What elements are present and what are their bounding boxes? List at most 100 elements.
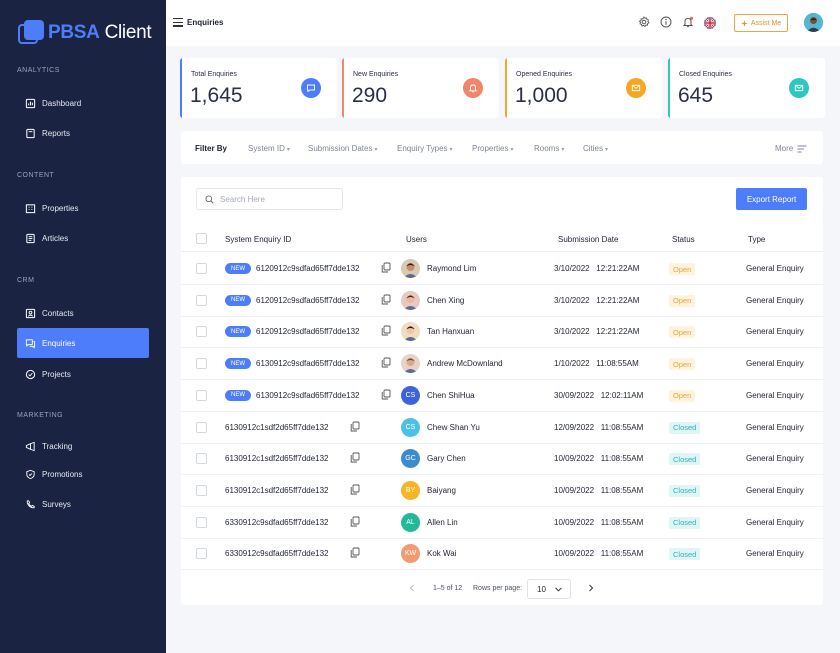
table-row[interactable]: NEW 6120912c9sdfad65ff7dde132 Raymond Lim 3… [181, 253, 823, 285]
new-badge: NEW [225, 326, 251, 338]
user-name: Chen ShiHua [427, 390, 475, 400]
status-badge: Closed [669, 548, 701, 561]
column-header-users[interactable]: Users [406, 235, 427, 244]
notification-bell-icon[interactable] [682, 16, 694, 28]
table-row[interactable]: NEW 6130912c9sdfad65ff7dde132 Andrew McDow… [181, 348, 823, 381]
table-row[interactable]: 6130912c1sdf2d65ff7dde132 CS Chew Shan Yu 1… [181, 412, 823, 444]
row-checkbox[interactable] [196, 294, 207, 306]
column-header-submission-date[interactable]: Submission Date [558, 235, 618, 244]
row-checkbox[interactable] [196, 358, 207, 370]
stat-value: 645 [678, 84, 714, 107]
export-report-button[interactable]: Export Report [736, 188, 807, 210]
user-avatar: CS [401, 417, 420, 437]
assist-me-button[interactable]: Assist Me [734, 14, 788, 32]
row-checkbox[interactable] [196, 389, 207, 401]
sidebar-item-tracking[interactable]: Tracking [17, 431, 149, 461]
promotions-icon [26, 469, 35, 479]
status-badge: Closed [669, 484, 701, 497]
row-checkbox[interactable] [196, 263, 207, 274]
table-row[interactable]: 6130912c1sdf2d65ff7dde132 GC Gary Chen 10/0… [181, 443, 823, 476]
submission-date: 10/09/2022 11:08:55AM [554, 485, 644, 495]
status-badge: Open [669, 263, 696, 275]
column-header-type[interactable]: Type [748, 235, 765, 244]
row-checkbox[interactable] [196, 548, 207, 560]
copy-icon[interactable] [381, 357, 391, 368]
menu-icon[interactable] [173, 18, 183, 27]
copy-icon[interactable] [350, 484, 360, 495]
table-row[interactable]: 6330912c9sdfad65ff7dde132 KW Kok Wai 10/09/… [181, 538, 823, 571]
enquiry-id: 6130912c9sdfad65ff7dde132 [256, 390, 360, 400]
copy-icon[interactable] [350, 516, 360, 527]
submission-date: 10/09/2022 11:08:55AM [554, 454, 644, 464]
filter-enquiry-types[interactable]: Enquiry Types ▾ [397, 144, 453, 153]
stat-label: Opened Enquiries [516, 71, 573, 78]
submission-date: 1/10/2022 11:08:55AM [554, 359, 639, 369]
submission-date: 30/09/2022 12:02:11AM [554, 390, 644, 400]
copy-icon[interactable] [381, 389, 391, 400]
sidebar-item-articles[interactable]: Articles [17, 223, 149, 253]
sidebar-item-contacts[interactable]: Contacts [17, 298, 149, 328]
mail-icon [626, 78, 646, 98]
sidebar-item-projects[interactable]: Projects [17, 359, 149, 389]
row-checkbox[interactable] [196, 453, 207, 465]
copy-icon[interactable] [350, 421, 360, 432]
select-all-checkbox[interactable] [196, 233, 207, 244]
search-box[interactable] [196, 188, 343, 210]
table-row[interactable]: NEW 6120912c9sdfad65ff7dde132 Tan Hanxuan 3… [181, 316, 823, 349]
filter-submission-dates[interactable]: Submission Dates ▾ [308, 144, 378, 153]
column-header-status[interactable]: Status [672, 235, 695, 244]
table-row[interactable]: 6130912c1sdf2d65ff7dde132 BY Baiyang 10/09/… [181, 475, 823, 507]
gear-icon[interactable] [638, 16, 650, 28]
info-icon[interactable] [660, 16, 672, 28]
table-row[interactable]: NEW 6120912c9sdfad65ff7dde132 Chen Xing 3/1… [181, 285, 823, 317]
new-badge: NEW [225, 294, 251, 306]
copy-icon[interactable] [350, 547, 360, 558]
filter-rooms[interactable]: Rooms ▾ [534, 144, 564, 153]
uk-flag-icon[interactable] [704, 17, 716, 29]
more-filters-button[interactable]: More [775, 144, 807, 153]
sidebar-item-properties[interactable]: Properties [17, 193, 149, 223]
new-badge: NEW [225, 358, 251, 370]
table-row[interactable]: NEW 6130912c9sdfad65ff7dde132 CS Chen ShiHu… [181, 380, 823, 412]
copy-icon[interactable] [381, 325, 391, 336]
user-avatar-photo [401, 322, 420, 342]
user-name: Allen Lin [427, 517, 458, 527]
sidebar-item-promotions[interactable]: Promotions [17, 459, 149, 489]
enquiry-type: General Enquiry [746, 390, 804, 400]
rows-per-page-value: 10 [537, 584, 546, 594]
properties-icon [25, 203, 36, 213]
sidebar-item-enquiries[interactable]: Enquiries [17, 328, 149, 358]
row-checkbox[interactable] [196, 421, 207, 433]
sidebar-item-dashboard[interactable]: Dashboard [17, 88, 149, 118]
copy-icon[interactable] [381, 262, 391, 273]
row-checkbox[interactable] [196, 484, 207, 496]
row-checkbox[interactable] [196, 516, 207, 528]
top-bar: Enquiries Assist Me [166, 0, 840, 46]
table-row[interactable]: 6330912c9sdfad65ff7dde132 AL Allen Lin 10/0… [181, 507, 823, 539]
search-input[interactable] [220, 194, 330, 204]
enquiry-type: General Enquiry [746, 264, 804, 273]
app-logo[interactable]: PBSA Client [18, 20, 152, 46]
row-checkbox[interactable] [196, 326, 207, 338]
filter-properties[interactable]: Properties ▾ [472, 144, 513, 153]
chevron-down-icon: ▾ [449, 147, 453, 153]
sidebar-item-surveys[interactable]: Surveys [17, 489, 149, 519]
user-avatar[interactable] [804, 13, 823, 32]
user-name: Raymond Lim [427, 264, 477, 273]
filter-system-id[interactable]: System ID ▾ [248, 144, 290, 153]
previous-page-icon[interactable] [409, 584, 415, 592]
enquiry-type: General Enquiry [746, 517, 804, 527]
next-page-icon[interactable] [588, 584, 594, 592]
rows-per-page-select[interactable]: 10 [527, 579, 571, 599]
sidebar-item-reports[interactable]: Reports [17, 118, 149, 148]
copy-icon[interactable] [381, 294, 391, 305]
column-header-system-id[interactable]: System Enquiry ID [225, 235, 291, 244]
stat-card-total: Total Enquiries 1,645 [180, 58, 337, 118]
stat-label: New Enquiries [353, 71, 399, 78]
filter-cities[interactable]: Cities ▾ [583, 144, 608, 153]
submission-date: 3/10/2022 12:21:22AM [554, 327, 640, 337]
enquiry-id: 6330912c9sdfad65ff7dde132 [225, 517, 329, 527]
enquiry-type: General Enquiry [746, 454, 804, 464]
submission-date: 10/09/2022 11:08:55AM [554, 517, 644, 527]
copy-icon[interactable] [350, 452, 360, 463]
